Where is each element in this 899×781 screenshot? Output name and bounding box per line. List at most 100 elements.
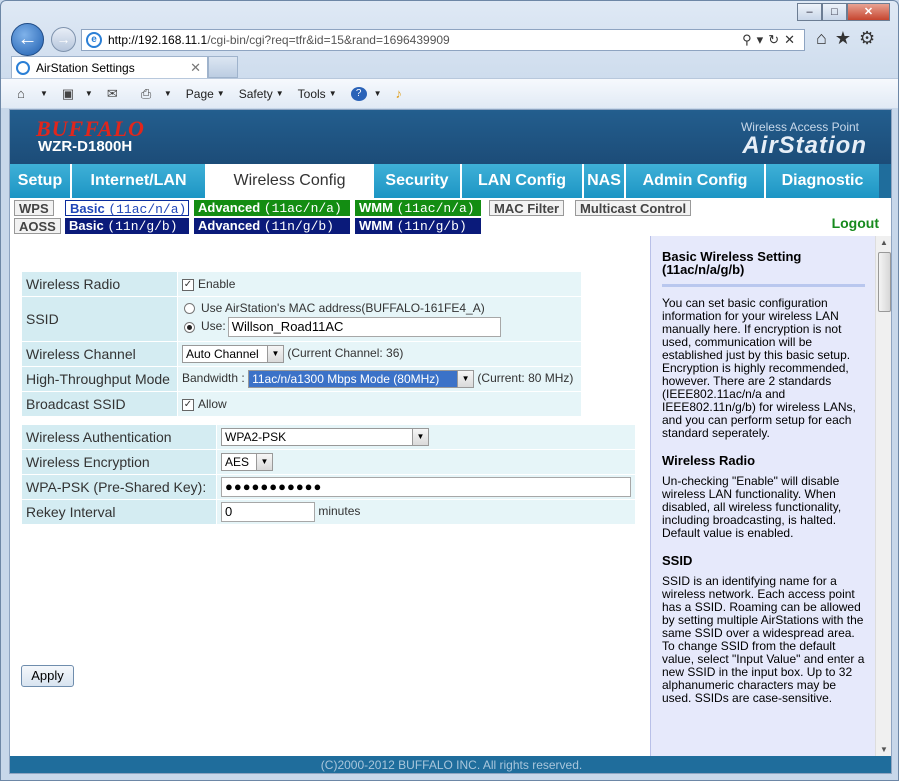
subtab-advanced-a[interactable]: Advanced (11ac/n/a) xyxy=(194,200,350,216)
model-name: WZR-D1800H xyxy=(38,138,133,155)
subtab-wmm-a[interactable]: WMM (11ac/n/a) xyxy=(355,200,481,216)
row-ssid: SSID Use AirStation's MAC address(BUFFAL… xyxy=(22,297,581,341)
ssid-mac-radio[interactable] xyxy=(184,303,195,315)
subtab-basic-g[interactable]: Basic (11n/g/b) xyxy=(65,218,189,234)
help-icon: ? xyxy=(350,86,367,101)
tab-lan-config[interactable]: LAN Config xyxy=(462,164,584,198)
subtab-wmm-g[interactable]: WMM (11n/g/b) xyxy=(355,218,481,234)
help-ssid-title: SSID xyxy=(662,553,693,568)
psk-input[interactable]: ●●●●●●●●●●● xyxy=(221,477,631,497)
row-rekey: Rekey Interval 0 minutes xyxy=(22,500,635,524)
maximize-button[interactable]: □ xyxy=(822,3,847,21)
enable-label: Enable xyxy=(198,277,236,291)
logout-link[interactable]: Logout xyxy=(832,215,879,231)
subtab-basic-g-band: (11n/g/b) xyxy=(107,219,178,234)
command-bar: ⌂ ▼ ▣ ▼ ✉ ⎙ ▼ Page ▼ Safety ▼ Tools ▼ ? ▼ ♪ xyxy=(1,78,898,108)
row-ht-mode: High-Throughput Mode Bandwidth : 11ac/n/… xyxy=(22,367,581,391)
wireless-channel-label: Wireless Channel xyxy=(22,342,177,366)
safety-menu-label: Safety xyxy=(238,86,273,101)
row-wireless-channel: Wireless Channel Auto Channel ▼ (Current … xyxy=(22,342,581,366)
subtab-wps[interactable]: WPS xyxy=(14,200,54,216)
ht-mode-label: High-Throughput Mode xyxy=(22,367,177,391)
subtab-mac-filter-label: MAC Filter xyxy=(494,201,559,216)
home-command[interactable]: ⌂ ▼ xyxy=(17,85,48,101)
page-menu[interactable]: Page ▼ xyxy=(186,87,225,101)
address-bar[interactable]: e http://192.168.11.1/cgi-bin/cgi?req=tf… xyxy=(81,29,805,51)
scroll-thumb[interactable] xyxy=(878,252,891,312)
wireless-channel-value: Auto Channel ▼ (Current Channel: 36) xyxy=(178,342,581,366)
ssid-value: Use AirStation's MAC address(BUFFALO-161… xyxy=(178,297,581,341)
minimize-button[interactable]: – xyxy=(797,3,822,21)
tab-diagnostic[interactable]: Diagnostic xyxy=(766,164,879,198)
chevron-down-icon: ▼ xyxy=(256,454,272,470)
new-tab-button[interactable] xyxy=(208,56,238,78)
home-icon: ⌂ xyxy=(17,85,25,101)
help-panel: Basic Wireless Setting (11ac/n/a/g/b) Yo… xyxy=(650,236,875,756)
page-menu-label: Page xyxy=(185,86,214,101)
browser-tab[interactable]: AirStation Settings ✕ xyxy=(11,56,208,78)
tools-menu[interactable]: Tools ▼ xyxy=(298,87,337,101)
ssid-label: SSID xyxy=(22,297,177,341)
print-command[interactable]: ⎙ ▼ xyxy=(140,85,172,101)
subtab-basic-a-band: (11ac/n/a) xyxy=(108,202,187,217)
ssid-use-label: Use: xyxy=(201,319,226,334)
browser-right-icons[interactable]: ⌂★⚙ xyxy=(816,28,883,49)
feeds-command[interactable]: ▣ ▼ xyxy=(62,86,93,101)
safety-menu[interactable]: Safety ▼ xyxy=(239,87,284,101)
ssid-use-radio[interactable] xyxy=(184,321,195,333)
tab-security[interactable]: Security xyxy=(374,164,462,198)
subtab-mac-filter[interactable]: MAC Filter xyxy=(489,200,564,216)
encryption-select[interactable]: AES ▼ xyxy=(221,453,273,471)
ssid-input[interactable]: Willson_Road11AC xyxy=(227,317,501,337)
channel-select-value: Auto Channel xyxy=(186,347,259,361)
auth-select[interactable]: WPA2-PSK ▼ xyxy=(221,428,429,446)
tab-internet-lan[interactable]: Internet/LAN xyxy=(72,164,207,198)
chevron-down-icon: ▼ xyxy=(412,429,428,445)
scroll-down-icon[interactable]: ▼ xyxy=(880,745,888,754)
help-title: Basic Wireless Setting (11ac/n/a/g/b) xyxy=(662,249,802,277)
wireless-radio-label: Wireless Radio xyxy=(22,272,177,296)
subtab-multicast-label: Multicast Control xyxy=(580,201,687,216)
help-menu[interactable]: ? ▼ xyxy=(350,86,382,101)
bandwidth-select-value: 11ac/n/a1300 Mbps Mode (80MHz) xyxy=(252,372,440,386)
tab-nas[interactable]: NAS xyxy=(584,164,626,198)
tab-setup[interactable]: Setup xyxy=(10,164,72,198)
tools-menu-label: Tools xyxy=(297,86,326,101)
research-command[interactable]: ♪ xyxy=(396,86,416,101)
subtab-aoss[interactable]: AOSS xyxy=(14,218,61,234)
scroll-up-icon[interactable]: ▲ xyxy=(880,238,888,247)
apply-button[interactable]: Apply xyxy=(21,665,74,687)
tab-admin-config[interactable]: Admin Config xyxy=(626,164,766,198)
chevron-down-icon: ▼ xyxy=(457,371,474,387)
broadcast-ssid-value: ✓ Allow xyxy=(178,392,581,416)
main-nav: Setup Internet/LAN Wireless Config Secur… xyxy=(10,164,891,198)
forward-button[interactable]: → xyxy=(51,27,76,52)
rekey-label: Rekey Interval xyxy=(22,500,216,524)
subtab-basic-a[interactable]: Basic (11ac/n/a) xyxy=(65,200,189,217)
bandwidth-label: Bandwidth : xyxy=(182,371,245,386)
mail-command[interactable]: ✉ xyxy=(107,86,127,101)
router-header: BUFFALO WZR-D1800H Wireless Access Point… xyxy=(10,110,891,164)
subtab-multicast[interactable]: Multicast Control xyxy=(575,200,692,216)
channel-select[interactable]: Auto Channel ▼ xyxy=(182,345,284,363)
address-url: http://192.168.11.1/cgi-bin/cgi?req=tfr&… xyxy=(108,33,450,47)
allow-checkbox[interactable]: ✓ xyxy=(182,398,194,411)
row-auth: Wireless Authentication WPA2-PSK ▼ xyxy=(22,425,635,449)
bandwidth-select[interactable]: 11ac/n/a1300 Mbps Mode (80MHz) ▼ xyxy=(248,370,475,388)
subtab-wmm-g-band: (11n/g/b) xyxy=(396,219,467,234)
subtab-wmm-g-label: WMM xyxy=(359,218,393,233)
rekey-input[interactable]: 0 xyxy=(221,502,315,522)
help-scrollbar[interactable]: ▲ ▼ xyxy=(875,236,891,756)
address-controls[interactable]: ⚲▾↻✕ xyxy=(742,32,800,48)
printer-icon: ⎙ xyxy=(140,85,152,101)
back-button[interactable]: ← xyxy=(11,23,44,56)
close-window-button[interactable]: ✕ xyxy=(847,3,890,21)
help-radio-title: Wireless Radio xyxy=(662,453,756,468)
enable-checkbox[interactable]: ✓ xyxy=(182,278,194,291)
subtab-advanced-a-band: (11ac/n/a) xyxy=(263,201,342,216)
help-divider xyxy=(662,284,865,287)
subtab-wps-label: WPS xyxy=(19,201,49,216)
tab-wireless-config[interactable]: Wireless Config xyxy=(207,164,374,198)
tab-close-icon[interactable]: ✕ xyxy=(190,60,201,76)
subtab-advanced-g[interactable]: Advanced (11n/g/b) xyxy=(194,218,350,234)
